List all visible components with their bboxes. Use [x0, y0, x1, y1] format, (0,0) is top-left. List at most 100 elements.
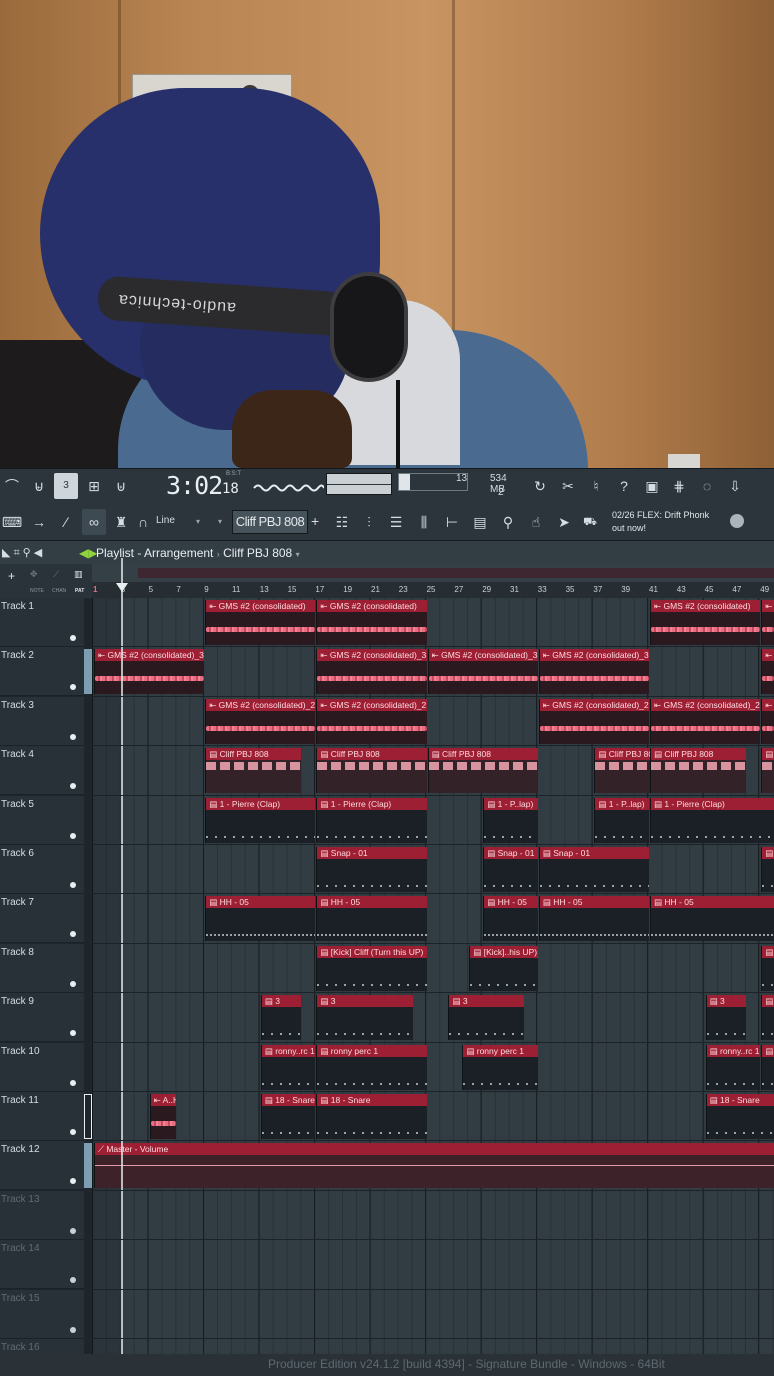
pattern-clip[interactable]: ▤ ronny perc 1 — [316, 1044, 427, 1090]
paint-icon[interactable]: ∕ — [54, 509, 78, 535]
track-header[interactable]: Track 4 — [0, 746, 84, 796]
audio-clip[interactable]: ⇤ GMS #2 (consolidated) — [316, 600, 427, 645]
track-name[interactable]: Track 13 — [1, 1194, 40, 1205]
chat-icon[interactable]: ◌ — [695, 473, 719, 499]
track-header[interactable]: Track 13 — [0, 1190, 84, 1240]
pattern-clip[interactable]: ▤ HH - 05 — [650, 896, 774, 942]
track-mute-indicator[interactable] — [70, 980, 76, 987]
track-header[interactable]: Track 8 — [0, 943, 84, 993]
loop-region-bar[interactable] — [138, 568, 774, 578]
news-panel[interactable]: 02/26 FLEX: Drift Phonk out now! — [612, 509, 732, 535]
pattern-clip[interactable]: ▤ HH - 05 — [316, 896, 427, 942]
track-header[interactable]: Track 11 — [0, 1092, 92, 1141]
globe-icon[interactable] — [730, 514, 744, 528]
link-icon[interactable]: ∞ — [82, 509, 106, 535]
channel-tool-icon[interactable]: ⟋ — [53, 569, 59, 580]
pattern-clip[interactable]: ▤ [Kick]..his UP) — [469, 945, 538, 991]
pattern-clip[interactable]: ▤ 1 - Pierre (Clap) — [650, 797, 774, 843]
track-name[interactable]: Track 8 — [1, 947, 34, 958]
track-mute-indicator[interactable] — [70, 1079, 76, 1086]
audio-clip[interactable]: ⇤ A..H — [149, 1094, 177, 1139]
pattern-clip[interactable]: ▤ Cliff PBJ 808 — [316, 748, 427, 794]
audio-clip[interactable]: ⇤ GMS #2 (consolidated) — [205, 600, 316, 645]
pattern-clip[interactable]: ▤ 3 — [316, 995, 413, 1041]
track-name[interactable]: Track 16 — [1, 1342, 40, 1353]
track-header[interactable]: Track 10 — [0, 1042, 84, 1092]
track-header[interactable]: Track 2 — [0, 647, 92, 697]
snap-mode-select[interactable]: Line — [156, 515, 175, 526]
pattern-clip[interactable]: ▤ 3 — [705, 995, 747, 1041]
playlist-icon[interactable]: ☷ — [330, 509, 354, 535]
pattern-clip[interactable]: ▤ Cliff PBJ 808 — [427, 748, 538, 794]
pattern-clip[interactable]: ▤ 3 — [260, 995, 302, 1041]
track-selection-handle[interactable] — [84, 649, 92, 695]
audio-clip[interactable]: ⇤ GMS #2 (consolidated)_3 — [427, 649, 538, 695]
pattern-clip[interactable]: ▤ [Kick] Cliff (Turn this UP) — [316, 945, 427, 991]
cart-icon[interactable]: ⛟ — [578, 509, 602, 535]
track-name[interactable]: Track 6 — [1, 848, 34, 859]
track-header[interactable]: Track 12 — [0, 1141, 92, 1191]
track-mute-indicator[interactable] — [70, 882, 76, 888]
countdown-icon[interactable]: 3 — [54, 473, 78, 499]
pattern-clip[interactable]: ▤ 3 — [761, 995, 774, 1041]
send-icon[interactable]: ➤ — [552, 509, 576, 535]
track-header[interactable]: Track 14 — [0, 1240, 84, 1290]
audio-clip[interactable]: ⇤ GMS #2 (consolidated)_3 — [94, 649, 205, 695]
track-header[interactable]: Track 9 — [0, 993, 84, 1043]
track-name[interactable]: Track 4 — [1, 749, 34, 760]
plugin-icon[interactable]: ⚲ — [496, 509, 520, 535]
audio-clip[interactable]: ⇤ GMS #2 (consolidated)_2 — [650, 698, 761, 744]
track-name[interactable]: Track 1 — [1, 601, 34, 612]
title-dropdown-arrow[interactable]: ▾ — [296, 550, 300, 559]
track-header[interactable]: Track 1 — [0, 598, 84, 647]
track-mute-indicator[interactable] — [70, 684, 76, 691]
browser-icon[interactable]: ⊢ — [440, 509, 464, 535]
channel-rack-icon[interactable]: ☰ — [384, 509, 408, 535]
automation-clip[interactable]: ⟋ Master - Volume — [94, 1143, 774, 1189]
audio-clip[interactable]: ⇤ G — [761, 698, 774, 744]
track-name[interactable]: Track 14 — [1, 1243, 40, 1254]
audio-clip[interactable]: ⇤ GMS #2 (consolidated)_2 — [205, 698, 316, 744]
playlist-header-icons[interactable]: ◣⌗⚲◀ — [2, 546, 45, 560]
pattern-tool-icon[interactable]: ▥ — [74, 569, 83, 580]
download-icon[interactable]: ⇩ — [723, 473, 747, 499]
wait-record-icon[interactable]: ⊌ — [27, 473, 51, 499]
track-mute-indicator[interactable] — [70, 1277, 76, 1284]
track-mute-indicator[interactable] — [70, 1030, 76, 1037]
track-mute-indicator[interactable] — [70, 1227, 76, 1234]
track-mute-indicator[interactable] — [70, 931, 76, 938]
track-name[interactable]: Track 9 — [1, 996, 34, 1007]
pattern-clip[interactable]: ▤ HH - 05 — [483, 896, 538, 942]
track-name[interactable]: Track 5 — [1, 799, 34, 810]
microphone-icon[interactable]: ♮ — [584, 473, 608, 499]
pattern-clip[interactable]: ▤ S — [761, 847, 774, 892]
play-arrangement-icon[interactable]: ◀▶ — [79, 546, 97, 560]
track-name[interactable]: Track 3 — [1, 700, 34, 711]
help-icon[interactable]: ? — [612, 473, 636, 499]
track-selection-handle[interactable] — [84, 1143, 92, 1189]
track-mute-indicator[interactable] — [70, 783, 76, 790]
pattern-selector[interactable]: Cliff PBJ 808 — [232, 510, 308, 534]
track-header[interactable]: Track 5 — [0, 795, 84, 845]
pattern-clip[interactable]: ▤ HH - 05 — [205, 896, 316, 942]
pattern-clip[interactable]: ▤ 18 - Snare — [316, 1094, 427, 1139]
audio-clip[interactable]: ⇤ GMS #2 (consolidated)_3 — [316, 649, 427, 695]
stamp-icon[interactable]: ♜ — [109, 509, 133, 535]
pattern-clip[interactable]: ▤ Cliff PBJ 808 — [205, 748, 302, 794]
note-tool-icon[interactable]: ✥ — [30, 569, 38, 580]
file-icon[interactable]: ▤ — [468, 509, 492, 535]
pattern-clip[interactable]: ▤ ronny..rc 1 — [705, 1044, 761, 1090]
snap-dropdown-arrow[interactable]: ▾ — [196, 517, 200, 526]
song-time-display[interactable]: 3:02 — [166, 471, 223, 500]
audio-clip[interactable]: ⇤ G — [761, 649, 774, 695]
pattern-clip[interactable]: ▤ 1 - P..lap) — [483, 797, 538, 843]
track-name[interactable]: Track 10 — [1, 1046, 40, 1057]
magnet-icon[interactable]: ∩ — [134, 509, 152, 535]
pattern-clip[interactable]: ▤ ronny..rc 1 — [260, 1044, 316, 1090]
touch-icon[interactable]: ☝ — [524, 509, 548, 535]
timeline-ruler[interactable]: + ✥ ⟋ ▥ NOTE CHAN PAT 1 3 5 7 9 11 13 15 17 19 21 2… — [0, 564, 774, 598]
pattern-clip[interactable]: ▤ 1 - Pierre (Clap) — [316, 797, 427, 843]
track-name[interactable]: Track 12 — [1, 1144, 40, 1155]
track-mute-indicator[interactable] — [70, 733, 76, 740]
pattern-clip[interactable]: ▤ 1 - P..lap) — [594, 797, 649, 843]
